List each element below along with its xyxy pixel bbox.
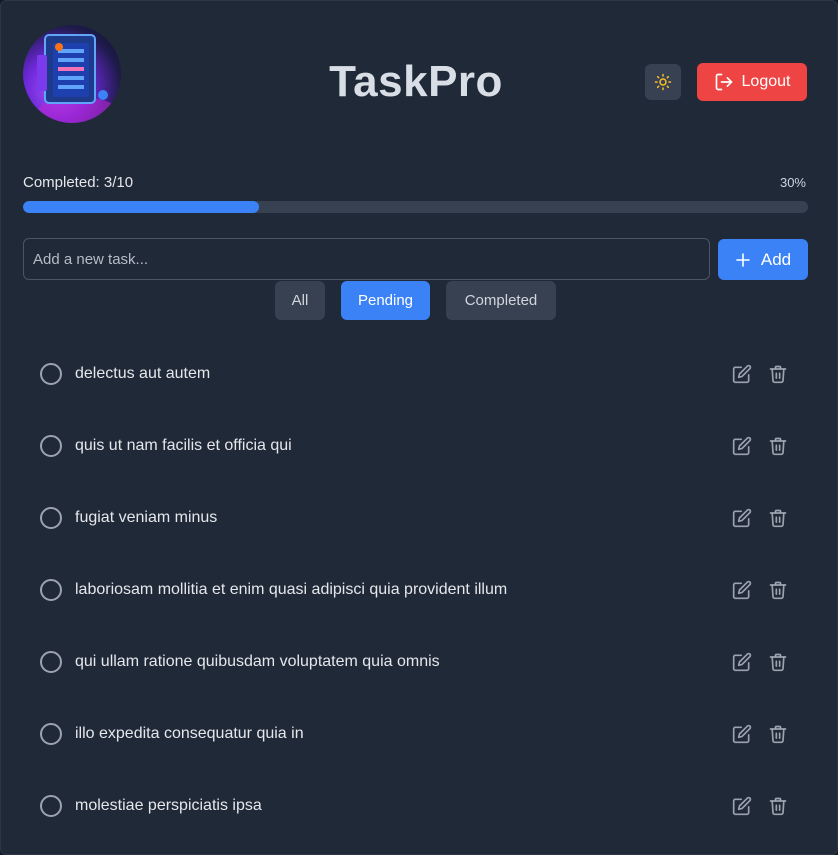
progress-label: Completed: 3/10: [23, 174, 134, 191]
task-complete-toggle[interactable]: [40, 507, 62, 529]
progress-bar-fill: [23, 201, 259, 213]
edit-task-button[interactable]: [732, 796, 752, 816]
task-text: illo expedita consequatur quia in: [75, 725, 304, 742]
sun-icon: [654, 73, 672, 91]
task-item: fugiat veniam minus: [23, 482, 809, 554]
task-item: laboriosam mollitia et enim quasi adipis…: [23, 554, 809, 626]
trash-icon: [769, 653, 787, 672]
trash-icon: [769, 437, 787, 456]
task-complete-toggle[interactable]: [40, 363, 62, 385]
theme-toggle-button[interactable]: [645, 64, 681, 100]
task-text: quis ut nam facilis et officia qui: [75, 437, 292, 454]
trash-icon: [769, 725, 787, 744]
delete-task-button[interactable]: [768, 508, 788, 528]
task-complete-toggle[interactable]: [40, 435, 62, 457]
task-item: qui ullam ratione quibusdam voluptatem q…: [23, 626, 809, 698]
edit-icon: [732, 796, 752, 816]
edit-task-button[interactable]: [732, 436, 752, 456]
task-complete-toggle[interactable]: [40, 579, 62, 601]
task-item: molestiae perspiciatis ipsa: [23, 770, 809, 842]
edit-icon: [732, 436, 752, 456]
edit-icon: [732, 508, 752, 528]
task-item: illo expedita consequatur quia in: [23, 698, 809, 770]
delete-task-button[interactable]: [768, 652, 788, 672]
edit-icon: [732, 364, 752, 384]
task-list: delectus aut autem quis ut nam facilis e…: [23, 338, 809, 842]
task-complete-toggle[interactable]: [40, 651, 62, 673]
filter-completed-button[interactable]: Completed: [446, 281, 556, 320]
task-item: quis ut nam facilis et officia qui: [23, 410, 809, 482]
edit-task-button[interactable]: [732, 724, 752, 744]
task-text: laboriosam mollitia et enim quasi adipis…: [75, 581, 508, 598]
edit-task-button[interactable]: [732, 364, 752, 384]
filter-all-button[interactable]: All: [275, 281, 325, 320]
task-text: fugiat veniam minus: [75, 509, 218, 526]
edit-task-button[interactable]: [732, 652, 752, 672]
progress-percent: 30%: [779, 175, 806, 190]
edit-icon: [732, 580, 752, 600]
filter-tabs: All Pending Completed: [1, 281, 838, 320]
edit-task-button[interactable]: [732, 580, 752, 600]
task-text: delectus aut autem: [75, 365, 211, 382]
filter-pending-button[interactable]: Pending: [341, 281, 430, 320]
add-task-label: Add: [760, 249, 792, 269]
header: TaskPro Logout: [23, 25, 809, 123]
delete-task-button[interactable]: [768, 436, 788, 456]
trash-icon: [769, 365, 787, 384]
edit-icon: [732, 652, 752, 672]
trash-icon: [769, 797, 787, 816]
add-task-button[interactable]: Add: [718, 239, 808, 280]
delete-task-button[interactable]: [768, 724, 788, 744]
new-task-input[interactable]: [23, 238, 710, 280]
delete-task-button[interactable]: [768, 580, 788, 600]
plus-icon: [736, 252, 750, 267]
logout-label: Logout: [741, 73, 791, 90]
task-complete-toggle[interactable]: [40, 795, 62, 817]
edit-task-button[interactable]: [732, 508, 752, 528]
delete-task-button[interactable]: [768, 796, 788, 816]
task-complete-toggle[interactable]: [40, 723, 62, 745]
delete-task-button[interactable]: [768, 364, 788, 384]
task-text: qui ullam ratione quibusdam voluptatem q…: [75, 653, 440, 670]
app-title: TaskPro: [329, 57, 503, 106]
task-item: delectus aut autem: [23, 338, 809, 410]
progress-bar: [23, 201, 808, 213]
logout-button[interactable]: Logout: [697, 63, 807, 101]
task-text: molestiae perspiciatis ipsa: [75, 797, 262, 814]
edit-icon: [732, 724, 752, 744]
app-panel: TaskPro Logout Completed: 3/10 30% Add a…: [0, 0, 838, 855]
trash-icon: [769, 509, 787, 528]
trash-icon: [769, 581, 787, 600]
logout-icon: [715, 73, 732, 91]
